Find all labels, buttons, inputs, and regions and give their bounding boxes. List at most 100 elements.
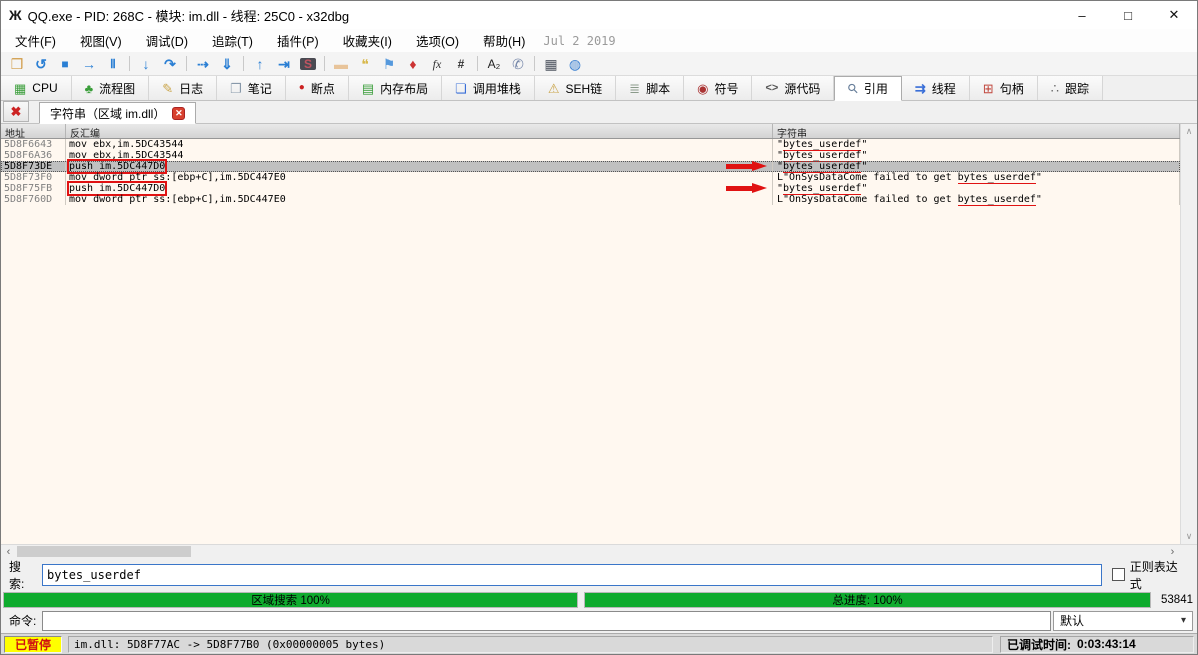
table-row[interactable]: 5D8F75FB push im.5DC447D0 "bytes_userdef… xyxy=(1,183,1180,194)
run-icon[interactable]: → xyxy=(77,53,101,74)
table-row[interactable]: 5D8F6A36 mov ebx,im.5DC43544 "bytes_user… xyxy=(1,150,1180,161)
tab-trace[interactable]: ∴ 跟踪 xyxy=(1038,76,1103,100)
tab-log[interactable]: ✎ 日志 xyxy=(149,76,217,100)
trace-into-icon[interactable]: ⇢ xyxy=(191,53,215,74)
tab-references[interactable]: ⚲ 引用 xyxy=(834,76,902,101)
column-header-disassembly[interactable]: 反汇编 xyxy=(66,124,773,138)
separator[interactable] xyxy=(239,53,248,74)
step-into-icon[interactable]: ↓ xyxy=(134,53,158,74)
tab-graph[interactable]: ♣ 流程图 xyxy=(72,76,150,100)
seh-chain-icon: ⚠ xyxy=(548,82,560,95)
command-input[interactable] xyxy=(42,611,1051,631)
table-row[interactable]: 5D8F760D mov dword ptr ss:[ebp+C],im.5DC… xyxy=(1,194,1180,205)
annotation-red-arrow xyxy=(726,161,768,172)
tab-notes[interactable]: ❐ 笔记 xyxy=(217,76,286,100)
window-title: QQ.exe - PID: 268C - 模块: im.dll - 线程: 25… xyxy=(28,6,350,25)
vertical-scrollbar[interactable]: ∧ ∨ xyxy=(1180,124,1197,544)
tab-symbols[interactable]: ◉ 符号 xyxy=(684,76,752,100)
source-code-icon: <> xyxy=(765,83,778,94)
column-header-address[interactable]: 地址 xyxy=(1,124,66,138)
bookmarks-icon[interactable]: ♦ xyxy=(401,53,425,74)
tab-handles[interactable]: ⊞ 句柄 xyxy=(970,76,1038,100)
menu-plugins[interactable]: 插件(P) xyxy=(267,28,329,53)
scroll-right-icon[interactable]: › xyxy=(1165,546,1180,558)
annotation-red-arrow xyxy=(726,183,768,194)
menu-options[interactable]: 选项(O) xyxy=(406,28,469,53)
debug-time-panel: 已调试时间: 0:03:43:14 xyxy=(1000,636,1194,653)
cpu-chip-icon: ▦ xyxy=(14,82,26,95)
table-row[interactable]: 5D8F73F0 mov dword ptr ss:[ebp+C],im.5DC… xyxy=(1,172,1180,183)
tab-source[interactable]: <> 源代码 xyxy=(752,76,834,100)
az-highlight-icon[interactable]: A₂ xyxy=(482,53,506,74)
trace-over-icon[interactable]: ⇓ xyxy=(215,53,239,74)
separator[interactable] xyxy=(182,53,191,74)
tab-memory-map[interactable]: ▤ 内存布局 xyxy=(349,76,442,100)
patches-icon[interactable]: ▬ xyxy=(329,53,353,74)
string-cell: "bytes_userdef" xyxy=(773,150,1180,161)
regex-checkbox[interactable] xyxy=(1112,568,1125,581)
search-input[interactable] xyxy=(42,564,1102,586)
menu-help[interactable]: 帮助(H) xyxy=(473,28,535,53)
calculator-icon[interactable]: ▦ xyxy=(539,53,563,74)
separator[interactable] xyxy=(320,53,329,74)
view-tab-bar: ▦ CPU ♣ 流程图 ✎ 日志 ❐ 笔记 ● 断点 xyxy=(1,76,1197,101)
separator[interactable] xyxy=(125,53,134,74)
pause-icon[interactable]: Ⅱ xyxy=(101,53,125,74)
scroll-down-icon[interactable]: ∨ xyxy=(1186,531,1193,542)
settings-s-icon[interactable]: S xyxy=(296,53,320,74)
table-row[interactable]: 5D8F6643 mov ebx,im.5DC43544 "bytes_user… xyxy=(1,139,1180,150)
menu-bar: 文件(F)视图(V)调试(D)追踪(T)插件(P)收藏夹(I)选项(O)帮助(H… xyxy=(1,29,1197,52)
horizontal-scrollbar[interactable]: ‹ › xyxy=(1,544,1197,558)
menu-file[interactable]: 文件(F) xyxy=(5,28,66,53)
string-cell: "bytes_userdef" xyxy=(773,183,1180,194)
menu-favourites[interactable]: 收藏夹(I) xyxy=(333,28,402,53)
table-row[interactable]: 5D8F73DE push im.5DC447D0 "bytes_userdef… xyxy=(1,161,1180,172)
hash-icon[interactable]: # xyxy=(449,53,473,74)
title-bar: Ж QQ.exe - PID: 268C - 模块: im.dll - 线程: … xyxy=(1,1,1197,29)
string-cell: L"OnSysDataCome failed to get bytes_user… xyxy=(773,194,1180,205)
script-icon: ≣ xyxy=(629,82,640,95)
tab-seh[interactable]: ⚠ SEH链 xyxy=(535,76,616,100)
menu-view[interactable]: 视图(V) xyxy=(70,28,132,53)
execute-till-return-icon[interactable]: ↑ xyxy=(248,53,272,74)
close-tab-icon[interactable]: ✕ xyxy=(172,107,185,120)
disassembly-cell: mov ebx,im.5DC43544 xyxy=(66,150,773,161)
scroll-up-icon[interactable]: ∧ xyxy=(1186,126,1193,137)
references-table: 地址 反汇编 字符串 5D8F6643 mov ebx,im.5DC43544 … xyxy=(1,124,1180,544)
tab-script[interactable]: ≣ 脚本 xyxy=(616,76,684,100)
menu-trace[interactable]: 追踪(T) xyxy=(202,28,263,53)
restart-icon[interactable]: ↺ xyxy=(29,53,53,74)
close-button[interactable]: ✕ xyxy=(1151,1,1197,29)
minimize-button[interactable]: – xyxy=(1059,1,1105,29)
references-magnifier-icon: ⚲ xyxy=(845,81,861,97)
scrollbar-thumb[interactable] xyxy=(17,546,191,557)
tab-call-stack[interactable]: ❏ 调用堆栈 xyxy=(442,76,535,100)
memory-ram-icon: ▤ xyxy=(362,82,374,95)
separator[interactable] xyxy=(473,53,482,74)
attach-phone-icon[interactable]: ✆ xyxy=(506,53,530,74)
tab-strings-region-im-dll[interactable]: 字符串（区域 im.dll） ✕ xyxy=(39,102,196,124)
tab-threads[interactable]: ⇉ 线程 xyxy=(902,76,970,100)
separator[interactable] xyxy=(530,53,539,74)
column-header-string[interactable]: 字符串 xyxy=(773,124,1180,138)
functions-icon[interactable]: fx xyxy=(425,53,449,74)
scroll-left-icon[interactable]: ‹ xyxy=(1,546,16,558)
labels-icon[interactable]: ⚑ xyxy=(377,53,401,74)
string-cell: L"OnSysDataCome failed to get bytes_user… xyxy=(773,172,1180,183)
run-to-user-code-icon[interactable]: ⇥ xyxy=(272,53,296,74)
command-profile-dropdown[interactable]: 默认 ▾ xyxy=(1053,611,1193,631)
step-over-icon[interactable]: ↷ xyxy=(158,53,182,74)
disassembly-cell: push im.5DC447D0 xyxy=(66,161,773,172)
tab-breakpoints[interactable]: ● 断点 xyxy=(286,76,349,100)
globe-icon[interactable]: ◍ xyxy=(563,53,587,74)
menu-debug[interactable]: 调试(D) xyxy=(136,28,198,53)
stop-icon[interactable]: ■ xyxy=(53,53,77,74)
tab-cpu[interactable]: ▦ CPU xyxy=(1,76,72,100)
close-all-references-button[interactable]: ✖ xyxy=(3,101,29,122)
address-cell: 5D8F73F0 xyxy=(1,172,66,183)
app-bug-icon: Ж xyxy=(9,7,22,23)
maximize-button[interactable]: □ xyxy=(1105,1,1151,29)
open-file-icon[interactable]: ❒ xyxy=(5,53,29,74)
comments-icon[interactable]: ❝ xyxy=(353,53,377,74)
total-progressbar: 总进度: 100% xyxy=(584,592,1151,608)
